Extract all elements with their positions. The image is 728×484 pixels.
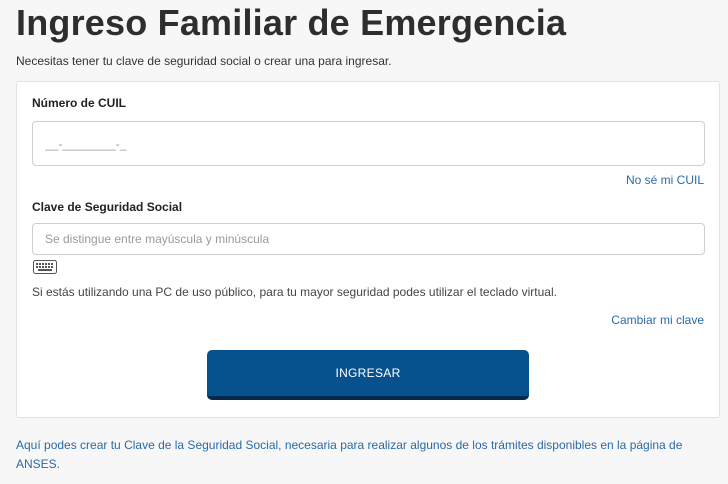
forgot-cuil-link[interactable]: No sé mi CUIL <box>626 172 704 188</box>
cuil-label: Número de CUIL <box>32 96 127 110</box>
create-clave-link[interactable]: Aquí podes crear tu Clave de la Segurida… <box>16 436 716 474</box>
clave-label: Clave de Seguridad Social <box>32 200 183 214</box>
clave-input[interactable] <box>32 223 705 255</box>
page: Ingreso Familiar de Emergencia Necesitas… <box>0 2 728 484</box>
change-password-link[interactable]: Cambiar mi clave <box>611 312 704 328</box>
page-subtitle: Necesitas tener tu clave de seguridad so… <box>16 54 392 68</box>
virtual-keyboard-hint: Si estás utilizando una PC de uso públic… <box>32 285 557 299</box>
page-title: Ingreso Familiar de Emergencia <box>16 2 567 43</box>
cuil-input[interactable] <box>32 121 705 166</box>
submit-button[interactable]: INGRESAR <box>207 350 529 400</box>
login-card: Número de CUIL No sé mi CUIL Clave de Se… <box>16 81 720 418</box>
keyboard-icon[interactable] <box>33 260 57 274</box>
